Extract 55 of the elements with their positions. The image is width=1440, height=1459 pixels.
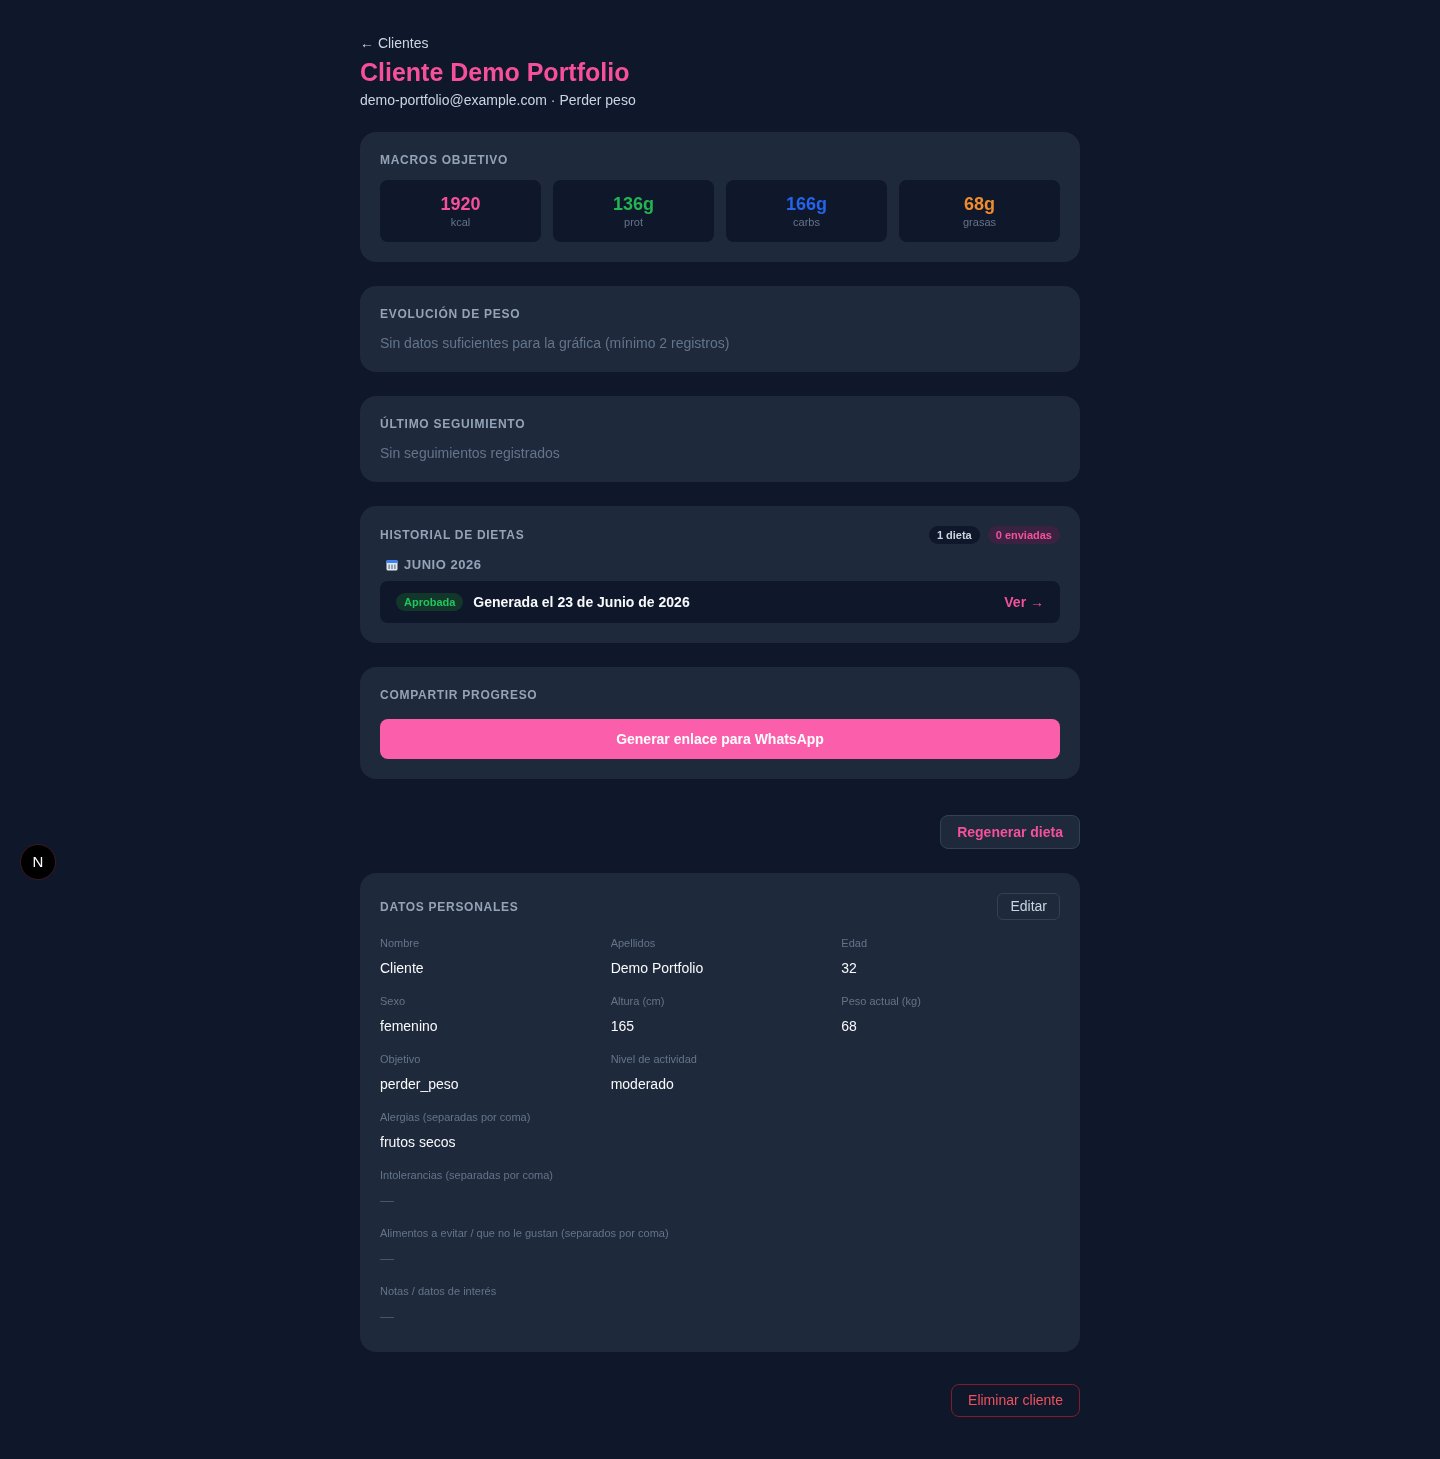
field-label: Apellidos (610, 936, 657, 950)
diet-row[interactable]: Aprobada Generada el 23 de Junio de 2026 Ver → (380, 581, 1060, 623)
status-badge: Aprobada (396, 593, 464, 611)
dev-tools-button[interactable]: N (20, 844, 56, 880)
macro-unit: grasas (963, 215, 996, 229)
empty-value: — (380, 1249, 394, 1268)
diet-count-badge: 1 dieta (928, 526, 980, 544)
field-value: perder_peso (380, 1075, 460, 1094)
empty-message: Sin datos suficientes para la gráfica (mínimo 2 registros) (380, 334, 731, 353)
field-value: Demo Portfolio (610, 959, 705, 978)
field-label: Altura (cm) (610, 994, 666, 1008)
field-value: femenino (380, 1017, 439, 1036)
field-label: Intolerancias (separadas por coma) (380, 1168, 555, 1182)
sent-count-badge: 0 enviadas (987, 526, 1060, 544)
field-label: Alergias (separadas por coma) (380, 1110, 532, 1124)
calendar-icon (386, 559, 398, 571)
field-value: Cliente (380, 959, 425, 978)
field-value: frutos secos (380, 1133, 456, 1152)
empty-value: — (380, 1191, 394, 1210)
field-label: Sexo (380, 994, 407, 1008)
regenerate-diet-button[interactable]: Regenerar dieta (940, 815, 1080, 849)
section-heading: HISTORIAL DE DIETAS (380, 527, 525, 543)
macro-value: 1920 (440, 193, 481, 215)
diet-title: Generada el 23 de Junio de 2026 (473, 592, 690, 612)
field-value: moderado (610, 1075, 675, 1094)
macro-value: 166g (786, 193, 827, 215)
field-value: 165 (610, 1017, 635, 1036)
section-heading: EVOLUCIÓN DE PESO (380, 306, 522, 322)
client-subtitle: demo-portfolio@example.com · Perder peso (360, 91, 637, 110)
field-label: Objetivo (380, 1052, 422, 1066)
field-label: Peso actual (kg) (841, 994, 922, 1008)
section-heading: COMPARTIR PROGRESO (380, 687, 539, 703)
view-link[interactable]: Ver → (1004, 591, 1044, 613)
field-value: 68 (841, 1017, 858, 1036)
macro-unit: carbs (793, 215, 820, 229)
client-name: Cliente Demo Portfolio (360, 57, 631, 88)
section-heading: DATOS PERSONALES (380, 898, 519, 915)
field-value: 32 (841, 959, 858, 978)
month-label: JUNIO 2026 (404, 556, 482, 574)
macro-unit: kcal (450, 215, 471, 229)
field-label: Nivel de actividad (610, 1052, 698, 1066)
back-link[interactable]: ← Clientes (360, 34, 429, 52)
empty-message: Sin seguimientos registrados (380, 444, 561, 463)
section-heading: MACROS OBJETIVO (380, 152, 510, 168)
macro-value: 136g (613, 193, 654, 215)
field-label: Nombre (380, 936, 421, 950)
field-label: Edad (841, 936, 869, 950)
edit-button[interactable]: Editar (997, 893, 1060, 920)
macro-value: 68g (964, 193, 995, 215)
field-label: Alimentos a evitar / que no le gustan (separados por coma) (380, 1226, 670, 1240)
empty-value: — (380, 1307, 394, 1326)
section-heading: ÚLTIMO SEGUIMIENTO (380, 416, 527, 432)
field-label: Notas / datos de interés (380, 1284, 498, 1298)
macro-unit: prot (624, 215, 643, 229)
delete-client-button[interactable]: Eliminar cliente (951, 1384, 1080, 1417)
